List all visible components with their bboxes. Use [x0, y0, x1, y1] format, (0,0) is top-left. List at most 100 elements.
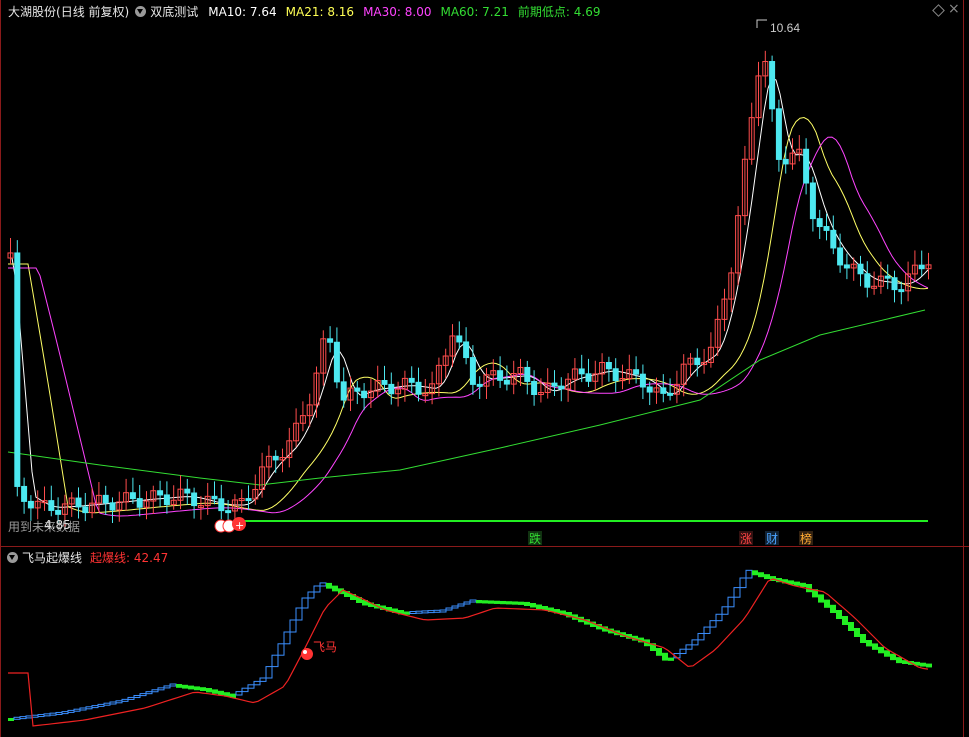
step-bar — [115, 700, 123, 704]
step-bar — [830, 604, 836, 613]
step-bar — [800, 582, 806, 587]
step-bar — [860, 634, 866, 643]
step-bar — [848, 622, 854, 631]
step-bar — [697, 632, 705, 641]
step-bar — [404, 611, 410, 615]
step-bar — [656, 648, 662, 656]
step-bar — [530, 603, 536, 608]
step-bar — [457, 603, 465, 607]
qibao-line — [8, 578, 929, 727]
step-bar — [703, 626, 711, 634]
step-bar — [157, 687, 165, 691]
step-bar — [188, 685, 194, 690]
step-bar — [200, 687, 206, 691]
step-bar — [433, 609, 441, 613]
step-bar — [73, 708, 81, 712]
step-bar — [482, 600, 488, 604]
feima-indicator-chart[interactable]: 飞马 — [0, 0, 969, 737]
step-bar — [139, 693, 147, 697]
step-bar — [206, 688, 212, 693]
step-bar — [8, 718, 14, 721]
step-bar — [733, 587, 741, 598]
step-bar — [920, 662, 926, 667]
step-bar — [439, 609, 447, 613]
step-bar — [824, 599, 830, 608]
step-bar — [241, 687, 249, 693]
step-bar — [326, 582, 332, 589]
step-bar — [476, 600, 482, 604]
step-bar — [79, 707, 87, 711]
step-bar — [194, 686, 200, 691]
step-bar — [427, 610, 435, 614]
step-bar — [283, 631, 291, 645]
step-bar — [745, 569, 753, 579]
step-bar — [55, 711, 63, 715]
feima-ball-icon — [301, 648, 313, 660]
step-bar — [884, 650, 890, 657]
step-bar — [488, 600, 494, 604]
step-bar — [685, 644, 693, 650]
step-bar — [25, 715, 33, 719]
step-bar — [854, 628, 860, 637]
step-bar — [13, 716, 21, 720]
step-bar — [721, 606, 729, 615]
step-bar — [506, 601, 512, 605]
step-bar — [715, 613, 723, 622]
step-bar — [212, 689, 218, 694]
step-bar — [709, 620, 717, 628]
step-bar — [494, 600, 500, 604]
step-bar — [289, 619, 297, 633]
step-bar — [109, 701, 117, 705]
step-bar — [500, 600, 506, 605]
step-bar — [739, 577, 747, 589]
step-bar — [469, 599, 477, 603]
step-bar — [524, 601, 530, 606]
step-bar — [133, 695, 141, 699]
step-bar — [896, 657, 902, 664]
step-bar — [818, 594, 824, 603]
step-bar — [512, 601, 518, 605]
step-bar — [842, 616, 848, 625]
step-bar — [764, 574, 770, 580]
step-bar — [163, 685, 171, 689]
step-bar — [301, 597, 309, 609]
step-bar — [145, 691, 153, 695]
step-bar — [218, 690, 224, 696]
step-bar — [259, 677, 267, 682]
step-bar — [295, 607, 303, 621]
step-bar — [752, 570, 758, 576]
step-bar — [463, 601, 471, 605]
step-bar — [872, 643, 878, 650]
step-bar — [727, 596, 735, 608]
step-bar — [121, 698, 129, 702]
feima-signal-label: 飞马 — [313, 640, 337, 654]
step-bar — [127, 696, 135, 700]
step-bar — [421, 610, 429, 614]
step-bar — [151, 689, 159, 693]
step-bar — [409, 611, 417, 614]
step-bar — [926, 663, 932, 668]
step-bar — [890, 653, 896, 661]
step-bar — [43, 713, 51, 717]
step-bar — [61, 711, 69, 715]
step-bar — [31, 714, 39, 718]
step-bar — [691, 639, 699, 646]
step-bar — [445, 607, 453, 611]
step-bar — [536, 604, 542, 609]
step-bar — [277, 643, 285, 656]
step-bar — [679, 648, 687, 655]
step-bar — [866, 640, 872, 647]
step-bar — [668, 657, 674, 661]
step-bar — [836, 610, 842, 619]
step-bar — [97, 703, 105, 707]
step-bar — [85, 706, 93, 710]
step-bar — [319, 582, 327, 587]
step-bar — [19, 716, 27, 720]
step-bar — [307, 591, 315, 599]
step-bar — [878, 646, 884, 654]
step-bar — [253, 680, 261, 686]
step-bar — [758, 572, 764, 578]
step-bar — [176, 684, 182, 688]
step-bar — [518, 601, 524, 605]
step-bar — [235, 691, 243, 696]
